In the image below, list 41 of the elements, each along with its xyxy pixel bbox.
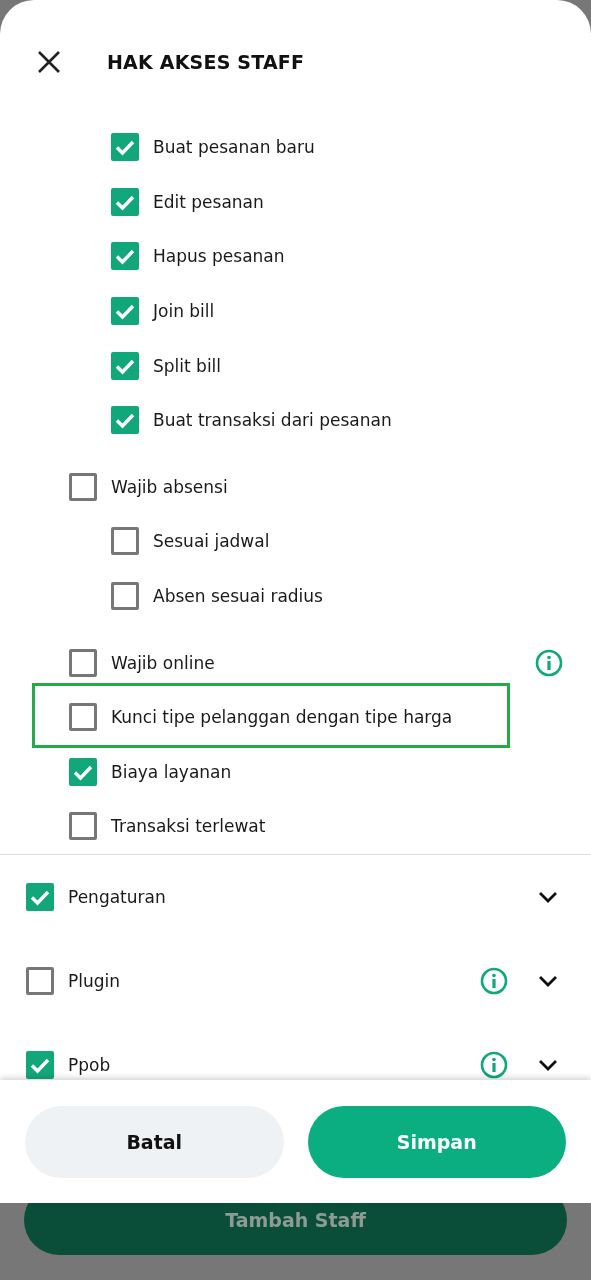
checkbox[interactable] <box>26 966 54 995</box>
permission-label: Absen sesuai radius <box>153 586 323 607</box>
permission-label: Edit pesanan <box>153 191 264 212</box>
info-icon[interactable] <box>480 966 508 995</box>
permission-label: Buat pesanan baru <box>153 137 315 158</box>
group-label: Pengaturan <box>68 886 166 907</box>
group-label: Plugin <box>68 970 121 991</box>
permission-label: Buat transaksi dari pesanan <box>153 410 392 431</box>
permission-label: Wajib online <box>111 652 215 673</box>
permission-label: Join bill <box>153 301 215 322</box>
permission-label: Transaksi terlewat <box>111 816 266 837</box>
checkbox[interactable] <box>111 242 139 271</box>
checkbox[interactable] <box>69 757 97 786</box>
checkbox[interactable] <box>69 703 97 732</box>
chevron-icon[interactable] <box>538 890 558 903</box>
sheet-title: HAK AKSES STAFF <box>107 51 305 73</box>
permission-label: Kunci tipe pelanggan dengan tipe harga <box>111 707 453 728</box>
info-icon[interactable] <box>480 1050 508 1079</box>
permission-label: Wajib absensi <box>111 476 228 497</box>
checkbox[interactable] <box>111 133 139 162</box>
checkbox[interactable] <box>69 812 97 841</box>
chevron-icon[interactable] <box>538 974 558 987</box>
checkbox[interactable] <box>111 351 139 380</box>
permission-label: Hapus pesanan <box>153 246 285 267</box>
checkbox[interactable] <box>111 582 139 611</box>
group-label: Ppob <box>68 1054 111 1075</box>
info-icon[interactable] <box>535 648 563 677</box>
checkbox[interactable] <box>69 648 97 677</box>
checkbox[interactable] <box>111 187 139 216</box>
chevron-icon[interactable] <box>538 1058 558 1071</box>
checkbox[interactable] <box>26 882 54 911</box>
checkbox[interactable] <box>111 297 139 326</box>
checkbox[interactable] <box>69 472 97 501</box>
cancel-button[interactable]: Batal <box>25 1105 284 1178</box>
close-icon[interactable] <box>37 50 61 74</box>
checkbox[interactable] <box>111 527 139 556</box>
checkbox[interactable] <box>111 406 139 435</box>
permission-label: Biaya layanan <box>111 761 232 782</box>
permission-label: Split bill <box>153 355 222 376</box>
checkbox[interactable] <box>26 1050 54 1079</box>
permission-label: Sesuai jadwal <box>153 531 270 552</box>
